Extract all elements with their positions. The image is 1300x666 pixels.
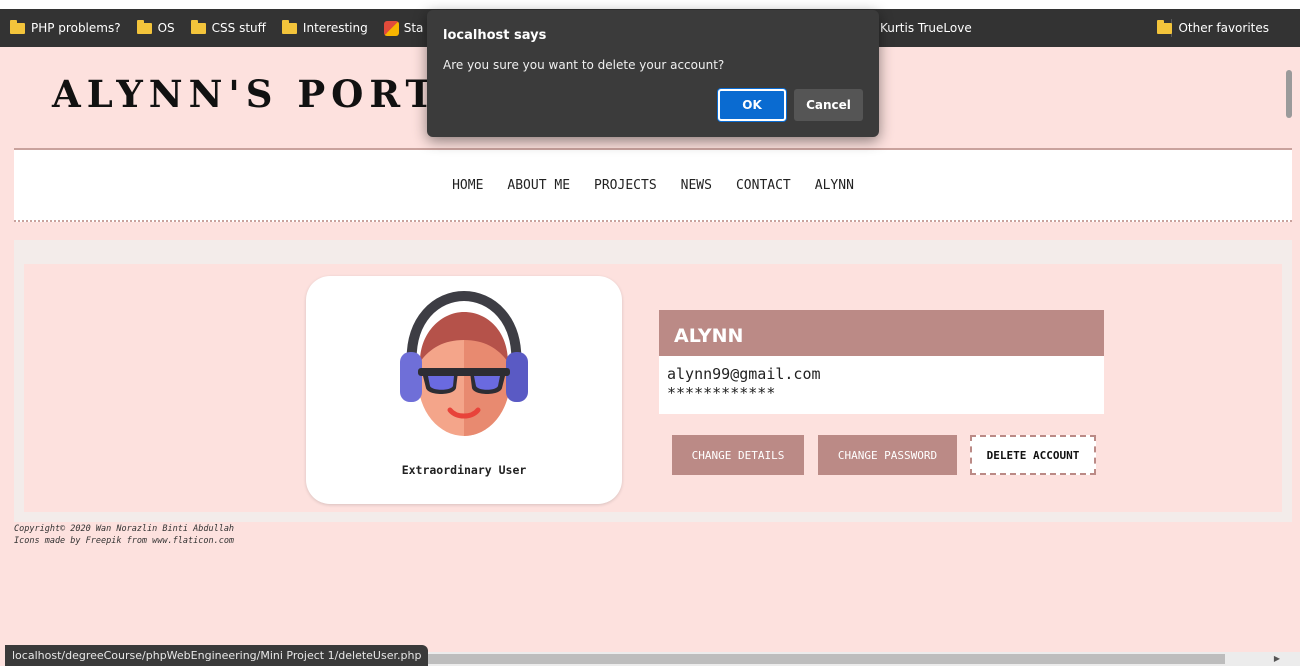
footer-copyright: Copyright© 2020 Wan Norazlin Binti Abdul…	[14, 524, 235, 534]
folder-icon	[10, 19, 25, 34]
scroll-right-arrow-icon[interactable]: ▶	[1270, 652, 1284, 666]
user-info-box: alynn99@gmail.com ************	[659, 356, 1104, 414]
folder-icon	[281, 19, 297, 34]
bookmark-label: PHP problems?	[31, 21, 121, 35]
confirm-dialog: localhost says Are you sure you want to …	[427, 10, 879, 137]
bookmark-os[interactable]: OS	[136, 19, 175, 35]
status-bar-url: localhost/degreeCourse/phpWebEngineering…	[5, 645, 429, 666]
window-top-strip	[0, 0, 1300, 9]
horizontal-scrollbar-thumb[interactable]	[420, 654, 1225, 664]
bookmark-php-problems[interactable]: PHP problems?	[10, 19, 121, 35]
user-password-mask: ************	[667, 384, 776, 402]
bookmark-label: Interesting	[302, 21, 368, 35]
vertical-scrollbar-thumb[interactable]	[1286, 70, 1292, 118]
dialog-title: localhost says	[443, 28, 547, 43]
folder-icon	[190, 19, 206, 34]
bookmark-interesting[interactable]: Interesting	[281, 19, 368, 35]
folder-icon	[1157, 19, 1173, 34]
delete-account-button[interactable]: DELETE ACCOUNT	[970, 435, 1096, 475]
folder-icon	[136, 19, 152, 34]
page-footer: Copyright© 2020 Wan Norazlin Binti Abdul…	[14, 523, 234, 547]
user-avatar-icon	[400, 290, 528, 436]
nav-alynn[interactable]: ALYNN	[815, 178, 854, 193]
bookmark-label: Sta	[403, 21, 424, 35]
dialog-cancel-button[interactable]: Cancel	[794, 89, 863, 121]
bookmark-kurtis-truelove[interactable]: Kurtis TrueLove	[880, 9, 972, 47]
nav-contact[interactable]: CONTACT	[736, 178, 791, 193]
dialog-ok-button[interactable]: OK	[718, 89, 786, 121]
bookmark-label: OS	[157, 21, 175, 35]
bookmark-label: Other favorites	[1178, 21, 1269, 35]
nav-about-me[interactable]: ABOUT ME	[507, 178, 570, 193]
change-details-button[interactable]: CHANGE DETAILS	[672, 435, 804, 475]
nav-projects[interactable]: PROJECTS	[594, 178, 657, 193]
main-nav: HOME ABOUT ME PROJECTS NEWS CONTACT ALYN…	[14, 150, 1292, 222]
bookmark-sta[interactable]: Sta	[383, 20, 424, 36]
bookmark-other-favorites[interactable]: Other favorites	[1157, 9, 1269, 47]
change-password-button[interactable]: CHANGE PASSWORD	[818, 435, 957, 475]
bookmark-label: Kurtis TrueLove	[880, 21, 972, 35]
bookmark-css-stuff[interactable]: CSS stuff	[190, 19, 266, 35]
profile-card: Extraordinary User	[306, 276, 622, 504]
bookmark-label: CSS stuff	[211, 21, 266, 35]
site-icon	[383, 20, 399, 36]
nav-news[interactable]: NEWS	[681, 178, 712, 193]
dialog-message: Are you sure you want to delete your acc…	[443, 58, 725, 72]
user-name-header: ALYNN	[659, 310, 1104, 356]
profile-role: Extraordinary User	[401, 463, 527, 477]
user-email: alynn99@gmail.com	[667, 365, 821, 383]
footer-credits: Icons made by Freepik from www.flaticon.…	[14, 536, 235, 546]
nav-home[interactable]: HOME	[452, 178, 483, 193]
